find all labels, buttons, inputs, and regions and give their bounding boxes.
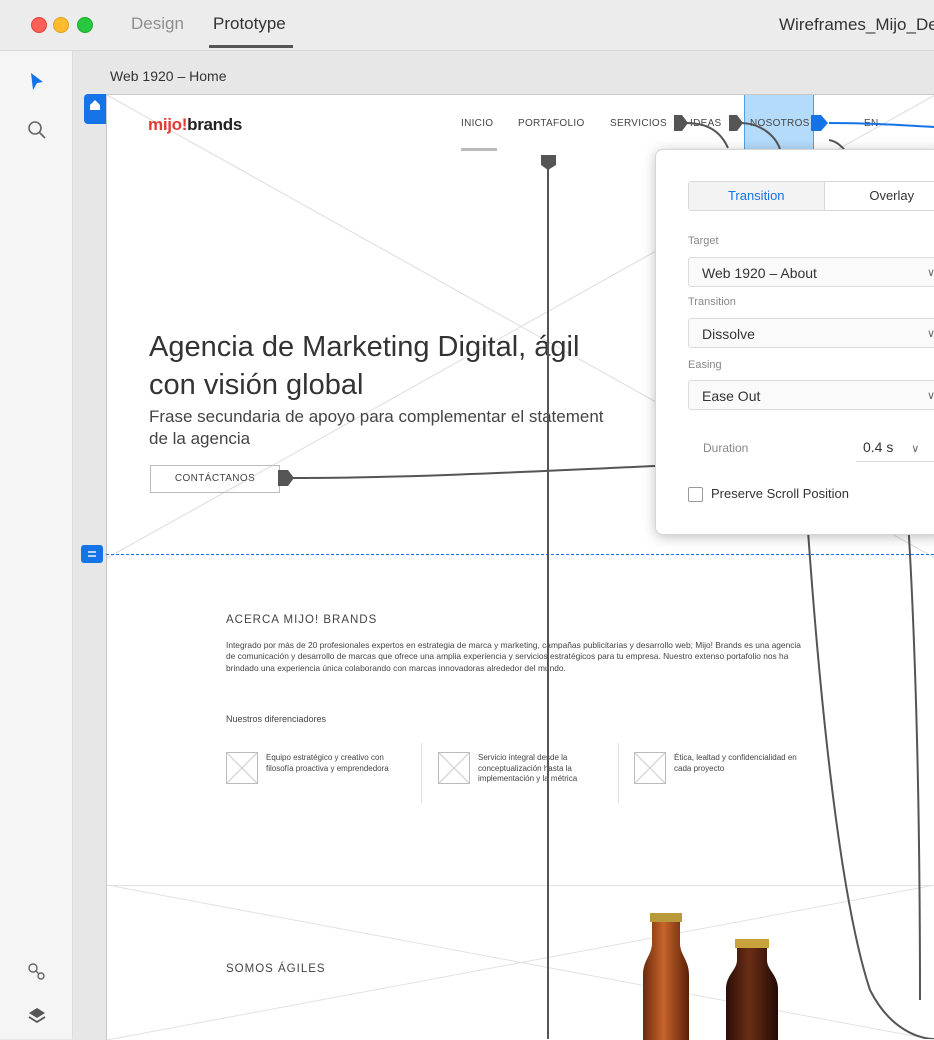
preserve-scroll-checkbox[interactable]: [688, 487, 703, 502]
easing-label: Easing: [688, 359, 722, 371]
divider: [618, 743, 619, 803]
transition-overlay-toggle: Transition Overlay: [688, 181, 934, 211]
zoom-tool-icon[interactable]: [24, 117, 50, 143]
nav-en[interactable]: EN: [864, 118, 879, 129]
differentiators-title: Nuestros diferenciadores: [226, 714, 326, 724]
target-select[interactable]: Web 1920 – About ∨: [688, 257, 934, 287]
logo-rest-text: brands: [187, 115, 242, 134]
home-artboard-badge[interactable]: [84, 94, 106, 124]
minimize-window-button[interactable]: [53, 17, 69, 33]
divider: [421, 743, 422, 803]
segment-transition[interactable]: Transition: [689, 182, 825, 210]
image-placeholder-icon: [226, 752, 258, 784]
close-window-button[interactable]: [31, 17, 47, 33]
agile-title: SOMOS ÁGILES: [226, 963, 326, 975]
tab-prototype[interactable]: Prototype: [213, 14, 286, 34]
differentiator-text: Equipo estratégico y creativo con filoso…: [266, 753, 394, 774]
select-tool-icon[interactable]: [24, 69, 50, 95]
segment-overlay[interactable]: Overlay: [825, 182, 934, 210]
duration-value: 0.4 s: [863, 439, 893, 455]
preserve-scroll-label[interactable]: Preserve Scroll Position: [711, 486, 849, 501]
target-value: Web 1920 – About: [702, 265, 817, 281]
layers-icon[interactable]: [24, 1003, 50, 1029]
beer-bottles-image: [637, 905, 817, 1040]
title-bar: Design Prototype Wireframes_Mijo_De: [0, 0, 934, 51]
nav-active-underline: [461, 148, 497, 151]
duration-label: Duration: [703, 441, 748, 455]
differentiator-text: Servicio integral desde la conceptualiza…: [478, 753, 606, 785]
zoom-window-button[interactable]: [77, 17, 93, 33]
logo-brand-text: mijo!: [148, 115, 187, 134]
image-placeholder-icon: [634, 752, 666, 784]
hero-subtitle: Frase secundaria de apoyo para complemen…: [149, 406, 619, 450]
active-tab-indicator: [209, 45, 293, 48]
nav-servicios[interactable]: SERVICIOS: [610, 118, 667, 129]
tab-design[interactable]: Design: [131, 14, 184, 34]
artboard-label[interactable]: Web 1920 – Home: [110, 68, 226, 84]
transition-label: Transition: [688, 296, 736, 308]
duration-underline: [856, 461, 934, 462]
link-icon[interactable]: [24, 959, 50, 985]
document-title: Wireframes_Mijo_De: [779, 15, 934, 35]
nav-nosotros[interactable]: NOSOTROS: [750, 118, 810, 129]
chevron-down-icon: ∨: [911, 443, 919, 455]
home-icon: [84, 94, 106, 116]
contact-button[interactable]: CONTÁCTANOS: [150, 465, 280, 493]
chevron-down-icon: ∨: [927, 319, 934, 349]
mijo-brands-logo[interactable]: mijo!brands: [148, 115, 242, 135]
drag-lines-icon: [81, 545, 103, 563]
nav-ideas[interactable]: IDEAS: [690, 118, 722, 129]
nav-portafolio[interactable]: PORTAFOLIO: [518, 118, 585, 129]
left-toolbar: [0, 51, 73, 1039]
chevron-down-icon: ∨: [927, 381, 934, 411]
hero-title: Agencia de Marketing Digital, ágil con v…: [149, 328, 609, 404]
about-title: ACERCA MIJO! BRANDS: [226, 614, 377, 626]
duration-select[interactable]: 0.4 s ∨: [863, 439, 919, 455]
viewport-height-guide: [106, 554, 934, 555]
interaction-panel: Transition Overlay Target Web 1920 – Abo…: [655, 149, 934, 535]
section-divider: [107, 885, 934, 886]
transition-select[interactable]: Dissolve ∨: [688, 318, 934, 348]
target-label: Target: [688, 235, 719, 247]
differentiator-text: Ética, lealtad y confidencialidad en cad…: [674, 753, 802, 774]
nav-inicio[interactable]: INICIO: [461, 118, 493, 129]
about-text: Integrado por más de 20 profesionales ex…: [226, 640, 806, 674]
easing-select[interactable]: Ease Out ∨: [688, 380, 934, 410]
easing-value: Ease Out: [702, 388, 760, 404]
fixed-scroll-handle[interactable]: [81, 545, 103, 563]
image-placeholder-icon: [438, 752, 470, 784]
transition-value: Dissolve: [702, 326, 755, 342]
chevron-down-icon: ∨: [927, 258, 934, 288]
